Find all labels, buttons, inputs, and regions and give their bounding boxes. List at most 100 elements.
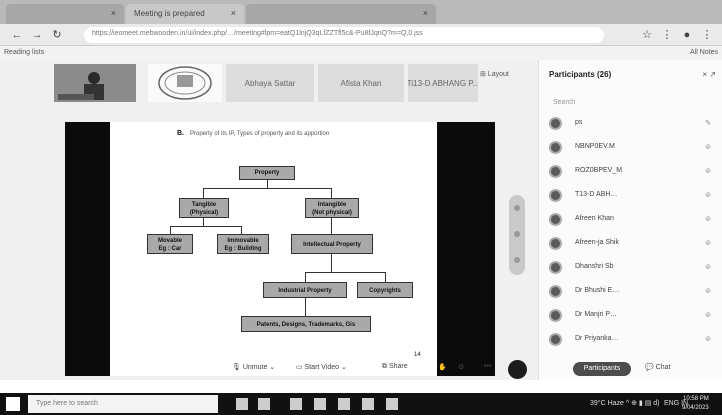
node-patents-designs: Patents, Designs, Trademarks, Gis: [241, 316, 371, 332]
star-icon[interactable]: ☆: [640, 28, 654, 42]
participant-name: ROZ0BPEV_M: [575, 167, 623, 174]
slide-zoom-control[interactable]: [509, 195, 525, 275]
zoom-dot[interactable]: [514, 231, 520, 237]
mail-icon[interactable]: [314, 398, 326, 410]
participant-row[interactable]: ps ✎: [547, 114, 717, 134]
browser-tab-active[interactable]: Meeting is prepared ×: [126, 4, 244, 24]
clock[interactable]: 10:58 PM 9/04/2023: [682, 395, 709, 413]
node-tangible: Tangible (Physical): [179, 198, 229, 218]
share-button[interactable]: ⧉ Share: [382, 363, 408, 371]
participants-button[interactable]: Participants: [573, 362, 631, 376]
reload-icon[interactable]: ↻: [50, 28, 64, 42]
file-explorer-icon[interactable]: [290, 398, 302, 410]
system-tray[interactable]: 39°C Haze ^ ⊕ ▮ ▤ d): [590, 399, 660, 407]
mic-muted-icon: ⊘: [705, 336, 711, 343]
institute-logo: [158, 66, 212, 100]
participant-row[interactable]: Dr Bhushi E… ⊘: [547, 282, 717, 302]
connector-line: [331, 254, 332, 272]
self-video-tile[interactable]: [54, 64, 136, 102]
browser-tab[interactable]: ×: [6, 4, 124, 24]
layout-button[interactable]: ⊞ Layout: [480, 70, 509, 78]
participant-row[interactable]: Dr Manjri P… ⊘: [547, 306, 717, 326]
more-button[interactable]: •••: [484, 363, 491, 370]
meeting-controls: 🎙 Unmute ⌄ ▭ Start Video ⌄ ⧉ Share ✋ ⚙ •…: [0, 357, 722, 381]
unmute-button[interactable]: 🎙 Unmute ⌄: [232, 363, 275, 371]
avatar: [549, 285, 562, 298]
participant-tile[interactable]: Ti13-D ABHANG P...: [408, 64, 478, 102]
chat-button[interactable]: 💬 Chat: [645, 363, 670, 371]
clock-time: 10:58 PM: [683, 396, 709, 402]
slide-heading-text: Property of its IP, Types of property an…: [190, 131, 330, 137]
store-icon[interactable]: [338, 398, 350, 410]
mic-muted-icon: ⊘: [705, 192, 711, 199]
participant-name: T13-D ABH…: [575, 191, 618, 198]
node-copyrights: Copyrights: [357, 282, 413, 298]
participant-row[interactable]: T13-D ABH… ⊘: [547, 186, 717, 206]
profile-icon[interactable]: ●: [680, 28, 694, 42]
tab-label: Meeting is prepared: [134, 9, 205, 19]
participant-name: NBNP0EV.M: [575, 143, 615, 150]
participant-row[interactable]: ROZ0BPEV_M ⊘: [547, 162, 717, 182]
participants-search-input[interactable]: Search: [547, 96, 713, 110]
chrome-icon[interactable]: [362, 398, 374, 410]
close-icon[interactable]: ×: [423, 9, 428, 18]
connector-line: [241, 226, 242, 234]
windows-start-icon[interactable]: [6, 397, 20, 411]
close-icon[interactable]: ×: [111, 9, 116, 18]
slide-black-bar-right: [437, 122, 495, 376]
taskbar-search-input[interactable]: Type here to search: [28, 395, 218, 413]
forward-icon[interactable]: →: [30, 28, 44, 42]
meeting-area: Abhaya Sattar Afista Khan Ti13-D ABHANG …: [0, 60, 538, 380]
reading-list-link[interactable]: Reading lists: [4, 49, 44, 56]
mic-icon: ✎: [705, 120, 711, 127]
chat-label: Chat: [655, 364, 671, 371]
browser-tab[interactable]: ×: [246, 4, 436, 24]
connector-line: [305, 272, 306, 282]
participant-tile[interactable]: Afista Khan: [318, 64, 404, 102]
avatar: [549, 117, 562, 130]
settings-icon[interactable]: ⚙: [458, 363, 464, 371]
participant-row[interactable]: Afreen-ja Shik ⊘: [547, 234, 717, 254]
connector-line: [203, 218, 204, 226]
leave-call-button[interactable]: [508, 360, 527, 379]
video-button[interactable]: ▭ Start Video ⌄: [296, 363, 347, 371]
extensions-icon[interactable]: ⋮: [660, 28, 674, 42]
participant-name: ps: [575, 119, 583, 126]
search-icon[interactable]: [236, 398, 248, 410]
connector-line: [305, 298, 306, 316]
participant-name: Afreen Khan: [575, 215, 614, 222]
app-icon[interactable]: [386, 398, 398, 410]
zoom-dot[interactable]: [514, 257, 520, 263]
clock-date: 9/04/2023: [682, 405, 709, 411]
slide-heading: B. Property of its IP, Types of property …: [177, 130, 329, 137]
participant-row[interactable]: Dhanshri Sb ⊘: [547, 258, 717, 278]
participant-row[interactable]: NBNP0EV.M ⊘: [547, 138, 717, 158]
connector-line: [170, 226, 171, 234]
participant-name: Dr Manjri P…: [575, 311, 618, 318]
video-label: Start Video: [304, 364, 340, 371]
node-movable: Movable Eg : Car: [147, 234, 193, 254]
mic-muted-icon: ⊘: [705, 288, 711, 295]
node-industrial-property: Industrial Property: [263, 282, 347, 298]
url-field[interactable]: https://ieomeet.mebwooden.in/ui/index.ph…: [84, 27, 604, 43]
mic-muted-icon: ⊘: [705, 144, 711, 151]
reactions-icon[interactable]: ✋: [438, 363, 447, 371]
participant-name: Afreen-ja Shik: [575, 239, 619, 246]
connector-line: [203, 188, 204, 198]
participant-row[interactable]: Afreen Khan ⊘: [547, 210, 717, 230]
browser-tab-bar: × Meeting is prepared × ×: [0, 0, 722, 24]
back-icon[interactable]: ←: [10, 28, 24, 42]
webcam-image: [54, 64, 136, 102]
participant-row[interactable]: Dr Priyanka… ⊘: [547, 330, 717, 350]
institute-logo-tile[interactable]: [148, 64, 222, 102]
task-view-icon[interactable]: [258, 398, 270, 410]
close-icon[interactable]: ×: [231, 9, 236, 18]
mic-muted-icon: ⊘: [705, 240, 711, 247]
zoom-dot[interactable]: [514, 205, 520, 211]
panel-close-icon[interactable]: × ↗: [702, 70, 716, 79]
other-bookmarks-link[interactable]: All Notes: [690, 49, 718, 56]
connector-line: [331, 218, 332, 234]
slide-black-bar-left: [65, 122, 110, 376]
participant-tile[interactable]: Abhaya Sattar: [226, 64, 314, 102]
menu-icon[interactable]: ⋮: [700, 28, 714, 42]
